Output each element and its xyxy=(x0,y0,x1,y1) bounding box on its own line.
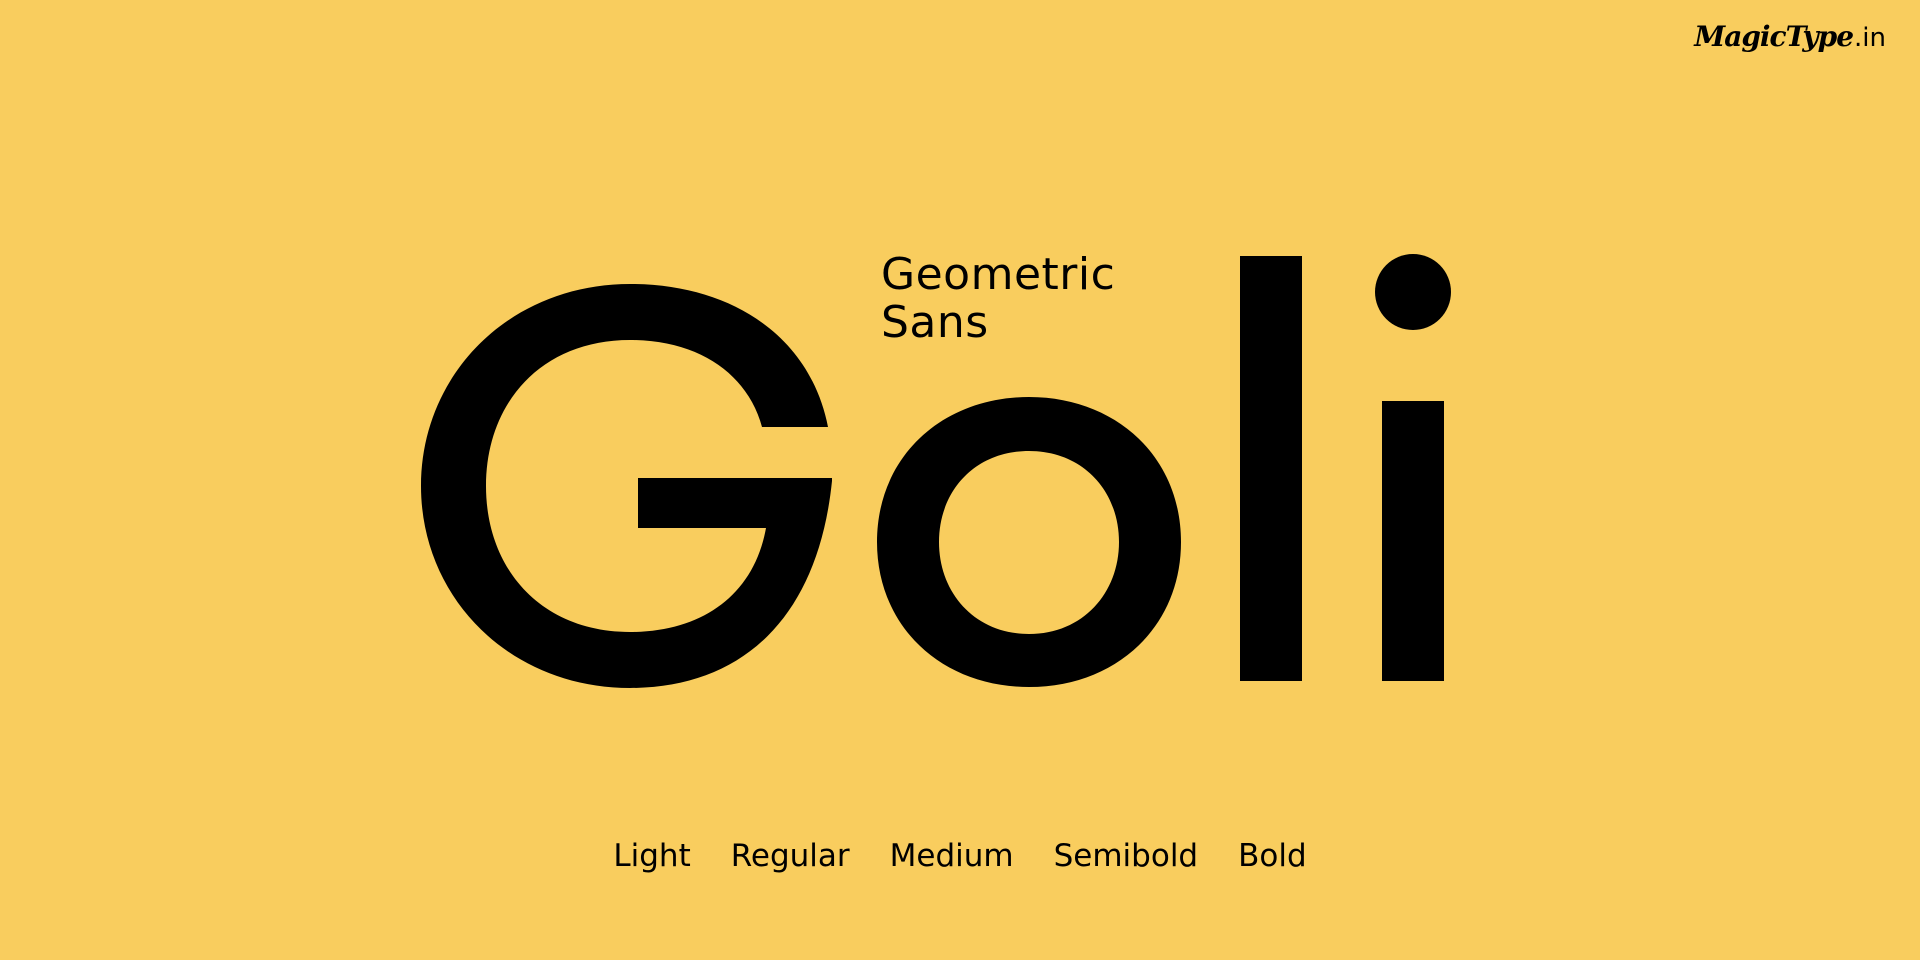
specimen-word-goli xyxy=(421,254,1451,688)
weight-bold: Bold xyxy=(1238,838,1307,874)
category-line-1: Geometric xyxy=(881,249,1116,300)
weight-regular: Regular xyxy=(730,838,850,874)
glyph-i-dot xyxy=(1375,254,1451,330)
category-line-2: Sans xyxy=(881,297,989,348)
glyph-g xyxy=(421,284,832,688)
glyph-o xyxy=(877,397,1181,687)
font-category-label: Geometric Sans xyxy=(881,251,1115,347)
weight-semibold: Semibold xyxy=(1053,838,1199,874)
glyph-i-stem xyxy=(1382,401,1444,681)
weights-list: Light Regular Medium Semibold Bold xyxy=(0,838,1920,874)
weight-medium: Medium xyxy=(889,838,1014,874)
weight-light: Light xyxy=(613,838,691,874)
glyph-l xyxy=(1240,256,1302,681)
